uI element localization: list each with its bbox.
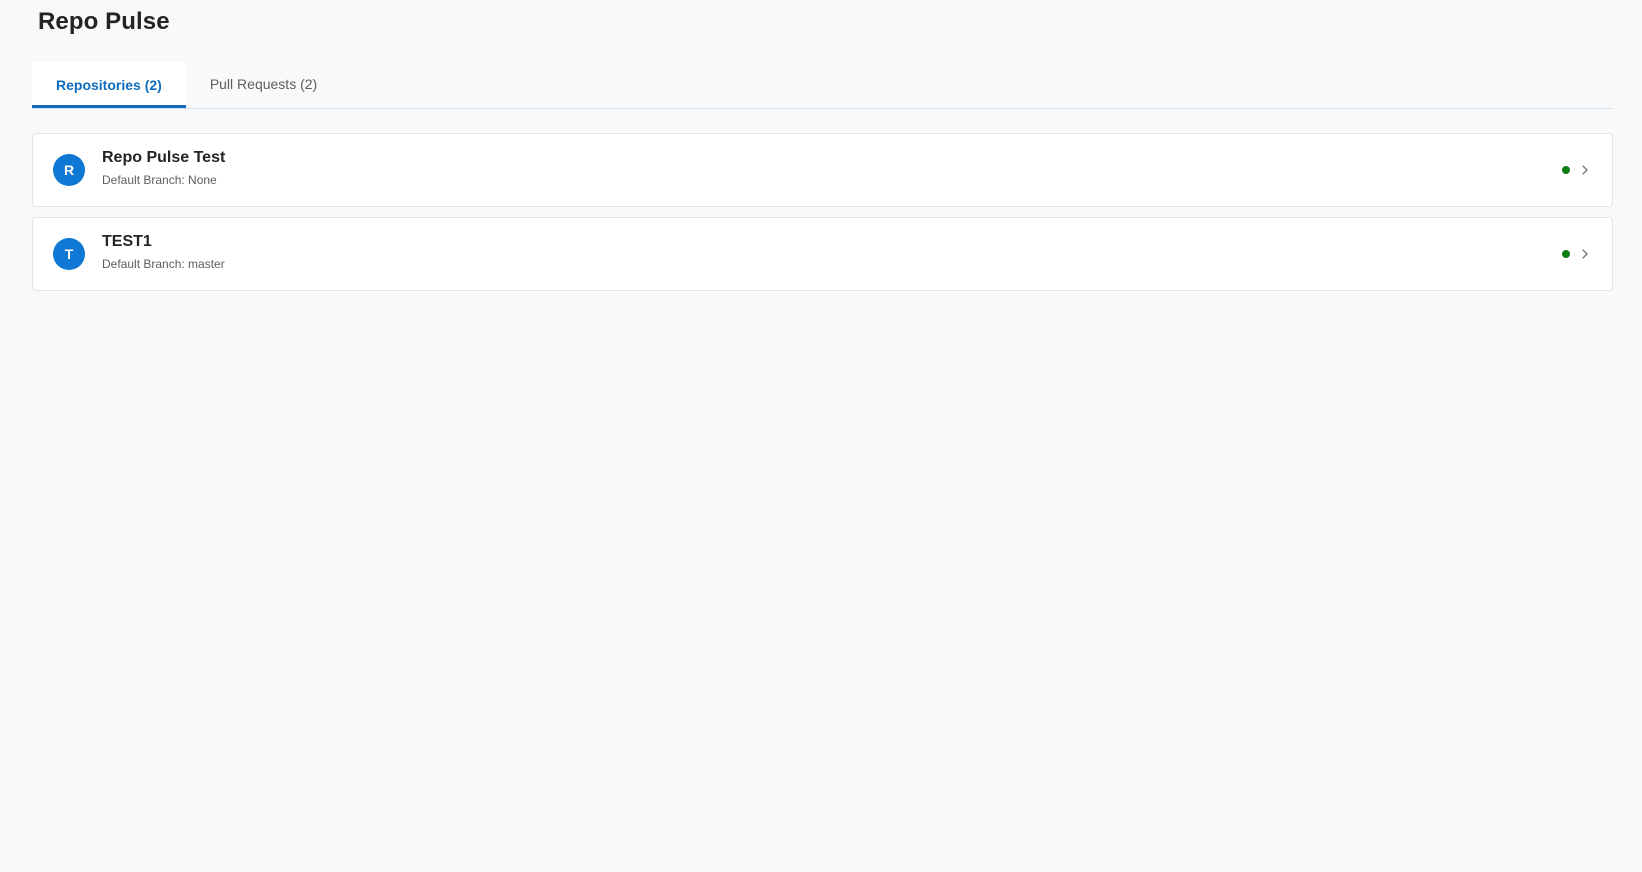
- tab-bar: Repositories (2) Pull Requests (2): [32, 62, 1613, 109]
- page-title: Repo Pulse: [38, 8, 170, 35]
- repo-pulse-app: Repo Pulse Repositories (2) Pull Request…: [0, 0, 1642, 872]
- tab-pull-requests[interactable]: Pull Requests (2): [186, 62, 341, 106]
- repository-name: Repo Pulse Test: [102, 149, 226, 166]
- status-dot-icon: [1562, 166, 1570, 174]
- avatar: T: [53, 238, 85, 270]
- avatar: R: [53, 154, 85, 186]
- tab-repositories[interactable]: Repositories (2): [32, 62, 186, 108]
- repository-default-branch: Default Branch: None: [102, 173, 217, 187]
- repository-name: TEST1: [102, 233, 152, 250]
- repository-info: Repo Pulse Test Default Branch: None: [102, 149, 1562, 188]
- repository-info: TEST1 Default Branch: master: [102, 233, 1562, 272]
- repository-status: [1562, 163, 1592, 177]
- repository-default-branch: Default Branch: master: [102, 257, 225, 271]
- repository-status: [1562, 247, 1592, 261]
- chevron-right-icon: [1578, 247, 1592, 261]
- chevron-right-icon: [1578, 163, 1592, 177]
- status-dot-icon: [1562, 250, 1570, 258]
- repository-card[interactable]: T TEST1 Default Branch: master: [32, 217, 1613, 291]
- repository-list: R Repo Pulse Test Default Branch: None T…: [32, 133, 1613, 301]
- repository-card[interactable]: R Repo Pulse Test Default Branch: None: [32, 133, 1613, 207]
